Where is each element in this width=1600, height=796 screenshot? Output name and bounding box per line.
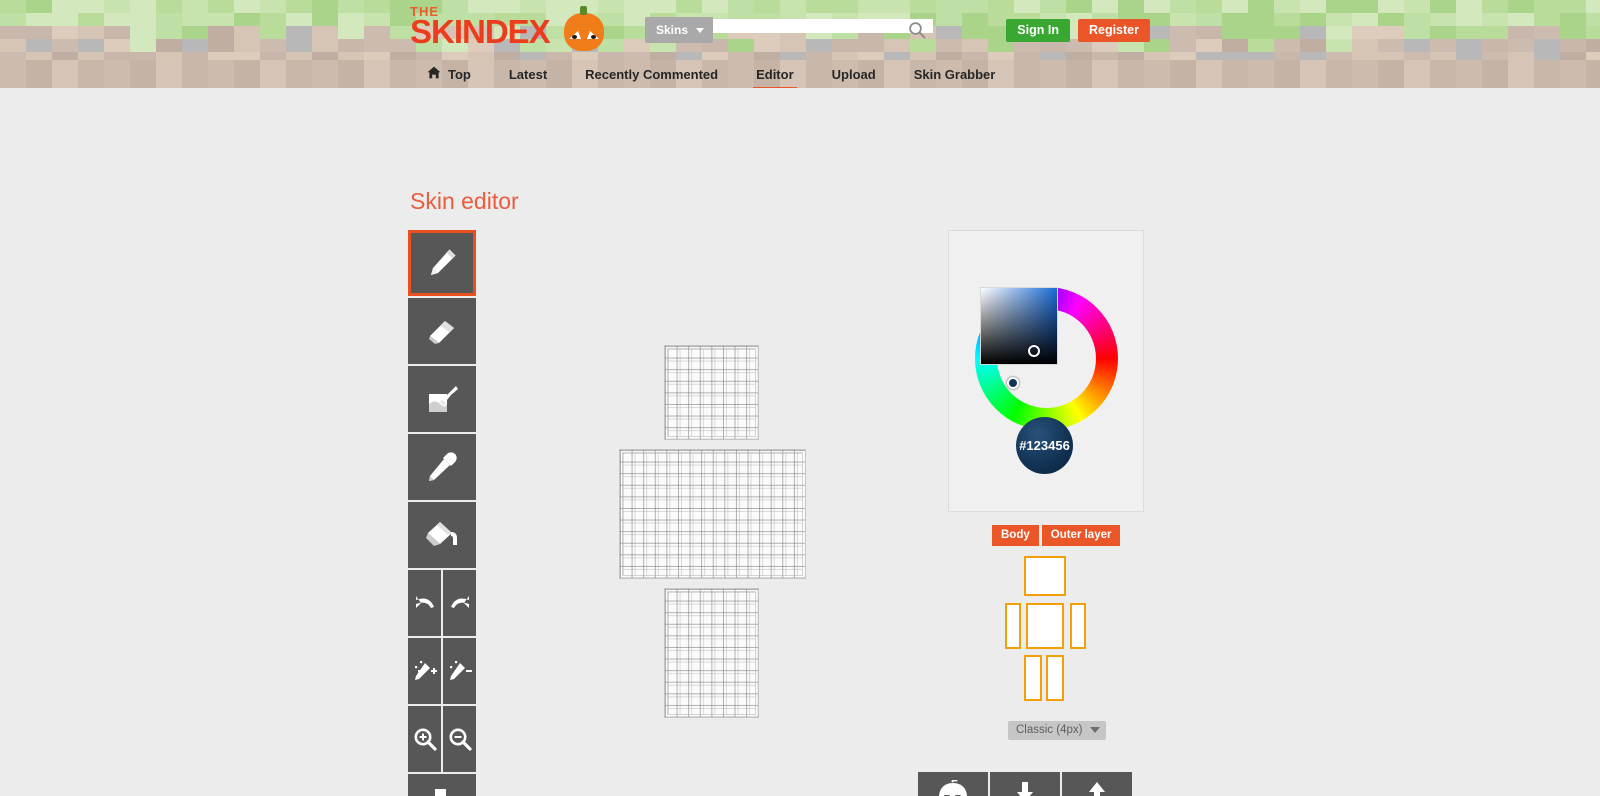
hue-marker[interactable]	[1007, 377, 1019, 389]
eyedropper-icon	[425, 450, 459, 484]
nav-item-latest[interactable]: Latest	[490, 60, 566, 88]
tab-outer-layer[interactable]: Outer layer	[1042, 525, 1121, 546]
nav-item-editor[interactable]: Editor	[737, 60, 813, 88]
undo-redo-row	[408, 570, 476, 636]
current-color-swatch[interactable]: #123456	[1016, 417, 1073, 474]
tab-body[interactable]: Body	[992, 525, 1039, 546]
redo-arrow-icon	[448, 593, 472, 613]
register-button[interactable]: Register	[1078, 19, 1150, 42]
canvas-part-legs[interactable]	[665, 589, 758, 717]
nav-label: Editor	[756, 67, 794, 82]
upload-to-skindex-button[interactable]: Upload to Skindex	[918, 772, 988, 796]
noise-add-icon	[412, 659, 438, 683]
chevron-down-icon	[696, 28, 704, 33]
nav-label: Top	[448, 67, 471, 82]
search-bar: Skins	[645, 17, 933, 43]
download-icon	[1007, 780, 1043, 796]
nav-item-list: Top Latest Recently Commented Editor Upl…	[408, 60, 1014, 88]
eraser-icon	[425, 314, 459, 348]
paint-bucket-icon	[424, 518, 460, 552]
sv-marker[interactable]	[1028, 345, 1040, 357]
body-part-right-arm[interactable]	[1070, 603, 1086, 649]
nav-item-skin-grabber[interactable]: Skin Grabber	[895, 60, 1015, 88]
site-logo[interactable]: THE SKINDEX	[410, 6, 550, 47]
tool-zoom-out[interactable]	[443, 706, 476, 772]
tool-paint-bucket[interactable]	[408, 502, 476, 568]
body-part-torso[interactable]	[1026, 603, 1064, 649]
tool-eraser[interactable]	[408, 298, 476, 364]
pumpkin-upload-icon	[935, 780, 971, 796]
logo-skindex-text: SKINDEX	[410, 17, 550, 47]
canvas-part-torso-arms[interactable]	[620, 450, 805, 578]
nav-item-recently-commented[interactable]: Recently Commented	[566, 60, 737, 88]
chevron-down-icon	[1090, 727, 1100, 733]
tool-undo[interactable]	[408, 570, 441, 636]
body-part-selector	[1006, 556, 1091, 701]
layer-tabs: Body Outer layer	[992, 525, 1120, 546]
action-buttons: Upload to Skindex Download Upload fr	[918, 772, 1132, 796]
nav-label: Skin Grabber	[914, 67, 996, 82]
tool-pencil[interactable]	[408, 230, 476, 296]
page-body: Skin editor #123456 Body Outer layer Cla…	[0, 88, 1600, 796]
nav-label: Recently Commented	[585, 67, 718, 82]
tool-redo[interactable]	[443, 570, 476, 636]
body-layout-icon	[420, 785, 464, 796]
saturation-value-square[interactable]	[980, 287, 1058, 365]
tool-eyedropper[interactable]	[408, 434, 476, 500]
tool-zoom-in[interactable]	[408, 706, 441, 772]
nav-item-upload[interactable]: Upload	[813, 60, 895, 88]
main-navigation: Top Latest Recently Commented Editor Upl…	[0, 60, 1600, 88]
model-size-dropdown[interactable]: Classic (4px)	[1008, 721, 1106, 740]
undo-arrow-icon	[413, 593, 437, 613]
sign-in-button[interactable]: Sign In	[1006, 19, 1070, 42]
skin-canvas[interactable]	[610, 346, 820, 721]
auth-buttons: Sign In Register	[1006, 19, 1150, 42]
body-part-head[interactable]	[1024, 556, 1066, 596]
noise-remove-icon	[447, 659, 473, 683]
model-size-label: Classic (4px)	[1016, 724, 1082, 736]
search-category-label: Skins	[656, 23, 688, 37]
body-part-right-leg[interactable]	[1046, 655, 1064, 701]
page-title: Skin editor	[410, 188, 519, 215]
search-icon[interactable]	[908, 21, 926, 39]
tool-noise-add[interactable]	[408, 638, 441, 704]
search-category-dropdown[interactable]: Skins	[645, 17, 713, 43]
nav-label: Upload	[832, 67, 876, 82]
upload-from-computer-button[interactable]: Upload from Computer	[1062, 772, 1132, 796]
noise-row	[408, 638, 476, 704]
search-input[interactable]	[713, 19, 933, 33]
pencil-icon	[425, 246, 459, 280]
upload-icon	[1079, 780, 1115, 796]
site-header: THE SKINDEX Skins Sign In Register	[0, 0, 1600, 60]
body-part-left-leg[interactable]	[1024, 655, 1042, 701]
body-part-left-arm[interactable]	[1005, 603, 1021, 649]
tool-brush[interactable]	[408, 366, 476, 432]
zoom-row	[408, 706, 476, 772]
tool-body-layout[interactable]	[408, 774, 476, 796]
zoom-out-icon	[447, 726, 473, 752]
nav-label: Latest	[509, 67, 547, 82]
pumpkin-icon	[564, 13, 604, 51]
tool-noise-remove[interactable]	[443, 638, 476, 704]
canvas-part-head[interactable]	[665, 346, 758, 439]
brush-icon	[425, 382, 459, 416]
zoom-in-icon	[412, 726, 438, 752]
home-icon	[427, 66, 441, 82]
nav-item-top[interactable]: Top	[408, 60, 490, 88]
editor-toolbar: Reset Skin	[408, 230, 476, 796]
download-button[interactable]: Download	[990, 772, 1060, 796]
